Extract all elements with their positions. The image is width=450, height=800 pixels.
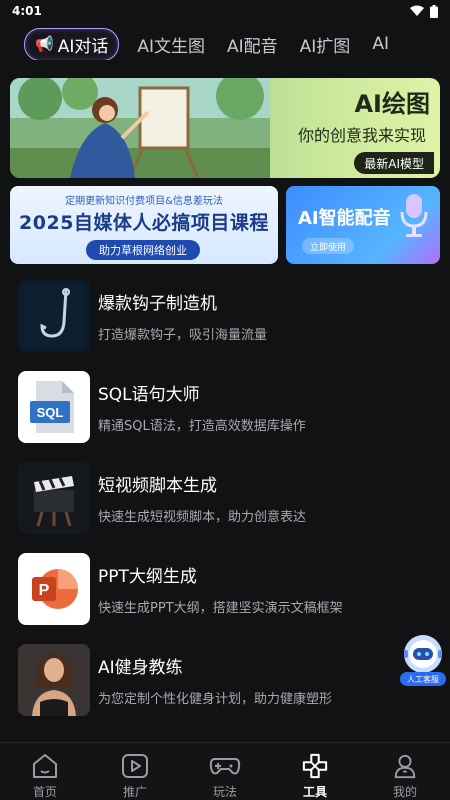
battery-icon — [430, 4, 438, 18]
user-icon — [394, 754, 416, 779]
tab-ai-more[interactable]: AI — [368, 34, 393, 54]
tool-desc: 快速生成PPT大纲，搭建坚实演示文稿框架 — [98, 600, 343, 616]
nav-label: 首页 — [32, 785, 57, 799]
nav-home[interactable]: 首页 — [0, 743, 90, 800]
promo-pill: 助力草根网络创业 — [86, 240, 200, 260]
list-item[interactable]: 爆款钩子制造机 打造爆款钩子，吸引海量流量 — [18, 270, 438, 361]
ppt-icon-text: P — [39, 582, 50, 599]
category-tabs: 📢 AI对话 AI文生图 AI配音 AI扩图 AI — [24, 28, 450, 60]
ai-voice-card[interactable]: AI智能配音 立即使用 — [286, 186, 440, 264]
status-bar: 4:01 — [0, 0, 450, 22]
service-label: 人工客服 — [400, 672, 446, 686]
course-promo-card[interactable]: 定期更新知识付费项目&信息差玩法 2025自媒体人必搞项目课程 助力草根网络创业 — [10, 186, 278, 264]
nav-profile[interactable]: 我的 — [360, 743, 450, 800]
megaphone-icon: 📢 — [35, 35, 54, 53]
fitness-coach-avatar — [18, 643, 90, 716]
banner-subtitle: 你的创意我来实现 — [297, 126, 426, 145]
nav-label: 工具 — [302, 785, 327, 799]
robot-icon — [404, 635, 442, 673]
clapperboard-icon — [18, 461, 90, 534]
tool-desc: 快速生成短视频脚本，助力创意表达 — [98, 509, 307, 525]
tool-title: PPT大纲生成 — [98, 566, 197, 587]
nav-gameplay[interactable]: 玩法 — [180, 743, 270, 800]
promo-top-text: 定期更新知识付费项目&信息差玩法 — [65, 196, 223, 207]
tab-ai-dubbing[interactable]: AI配音 — [223, 32, 282, 57]
nav-promote[interactable]: 推广 — [90, 743, 180, 800]
sql-icon-text: SQL — [37, 405, 64, 420]
wifi-icon — [410, 5, 424, 16]
painting-girl-illustration — [10, 78, 270, 178]
sql-file-icon: SQL — [18, 370, 90, 443]
tool-list: 爆款钩子制造机 打造爆款钩子，吸引海量流量 SQL SQL语句大师 精通SQL语… — [18, 270, 438, 725]
tool-title: 短视频脚本生成 — [98, 475, 217, 496]
play-icon — [122, 754, 148, 778]
promo-title: 2025自媒体人必搞项目课程 — [19, 212, 269, 234]
status-icons — [410, 4, 438, 18]
tool-desc: 精通SQL语法，打造高效数据库操作 — [98, 418, 306, 434]
status-time: 4:01 — [12, 4, 42, 18]
gamepad-icon — [209, 758, 241, 775]
tool-title: AI健身教练 — [98, 657, 183, 678]
tool-desc: 为您定制个性化健身计划，助力健康塑形 — [98, 691, 333, 707]
banner-badge: 最新AI模型 — [354, 152, 434, 174]
tool-desc: 打造爆款钩子，吸引海量流量 — [98, 327, 268, 343]
list-item[interactable]: 短视频脚本生成 快速生成短视频脚本，助力创意表达 — [18, 452, 438, 543]
powerpoint-icon: P — [18, 552, 90, 625]
nav-label: 推广 — [122, 785, 147, 799]
tab-label: AI对话 — [57, 36, 109, 57]
nav-label: 我的 — [392, 785, 417, 799]
microphone-icon — [400, 194, 428, 237]
banner-title: AI绘图 — [354, 90, 430, 118]
nav-label: 玩法 — [212, 785, 237, 799]
ai-drawing-banner[interactable]: AI绘图 你的创意我来实现 最新AI模型 — [10, 78, 440, 178]
home-icon — [33, 754, 57, 778]
bottom-nav: 首页 推广 玩法 工具 我的 — [0, 742, 450, 800]
tab-ai-text-to-image[interactable]: AI文生图 — [133, 32, 209, 57]
tool-title: SQL语句大师 — [98, 384, 200, 405]
tool-title: 爆款钩子制造机 — [98, 293, 217, 314]
tab-ai-expand-image[interactable]: AI扩图 — [296, 32, 355, 57]
voice-title: AI智能配音 — [298, 208, 391, 229]
list-item[interactable]: P PPT大纲生成 快速生成PPT大纲，搭建坚实演示文稿框架 — [18, 543, 438, 634]
customer-service-button[interactable]: 人工客服 — [400, 634, 446, 686]
tools-icon — [302, 753, 328, 779]
list-item[interactable]: SQL SQL语句大师 精通SQL语法，打造高效数据库操作 — [18, 361, 438, 452]
tab-ai-chat[interactable]: 📢 AI对话 — [24, 28, 120, 60]
use-now-button[interactable]: 立即使用 — [302, 238, 355, 254]
list-item[interactable]: AI健身教练 为您定制个性化健身计划，助力健康塑形 — [18, 634, 438, 725]
hook-icon — [18, 279, 90, 352]
nav-tools[interactable]: 工具 — [270, 743, 360, 800]
